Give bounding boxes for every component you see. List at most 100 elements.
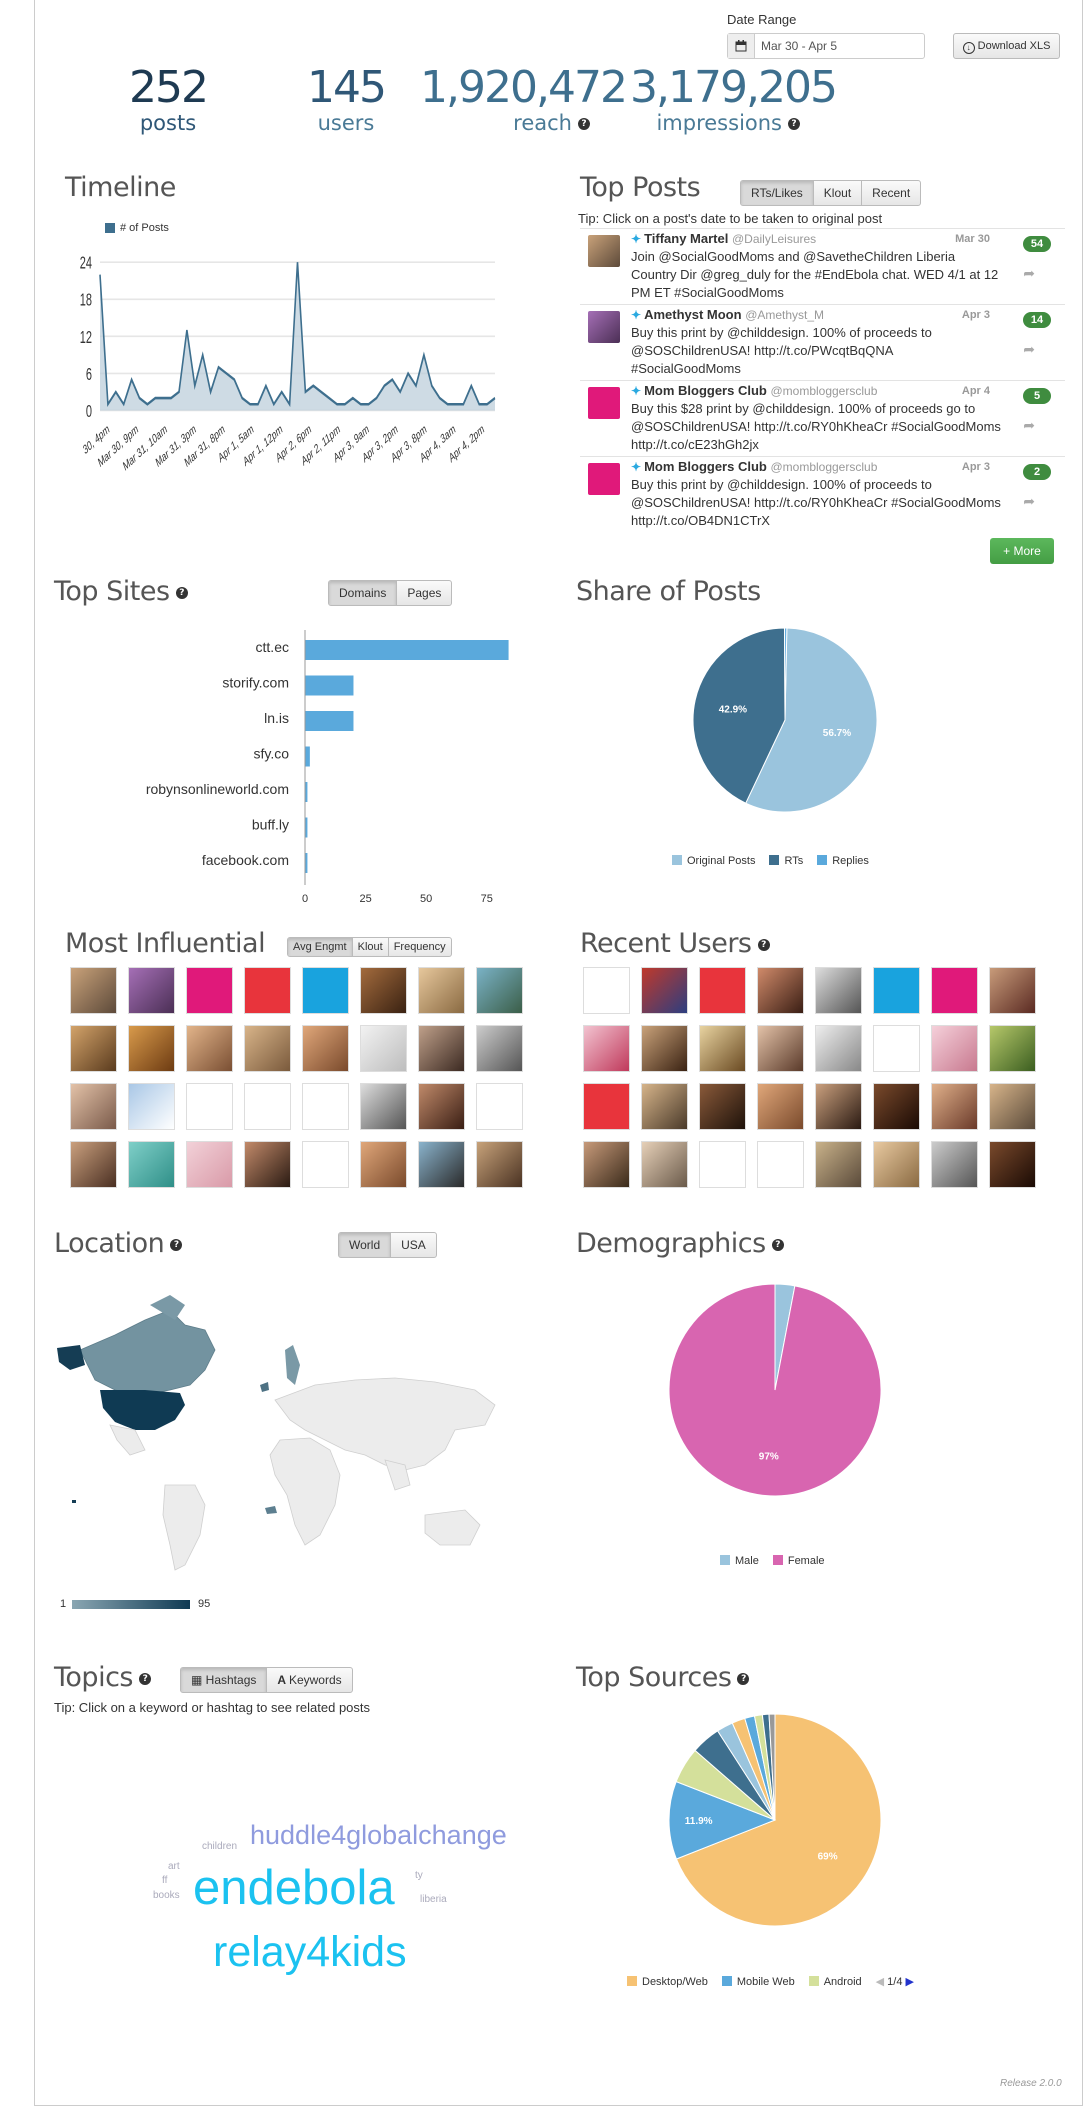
topic-word[interactable]: ff: [162, 1875, 167, 1886]
legend-item[interactable]: Male: [720, 1555, 759, 1567]
user-avatar[interactable]: [476, 1025, 523, 1072]
tab-klout[interactable]: Klout: [353, 938, 389, 956]
user-avatar[interactable]: [476, 967, 523, 1014]
topic-word[interactable]: relay4kids: [213, 1928, 407, 1977]
user-avatar[interactable]: [699, 1025, 746, 1072]
share-icon[interactable]: ➦: [1023, 493, 1035, 510]
user-avatar[interactable]: [360, 1083, 407, 1130]
help-icon[interactable]: ?: [771, 1238, 784, 1251]
post-date[interactable]: Apr 4: [962, 385, 990, 397]
user-avatar[interactable]: [360, 1025, 407, 1072]
legend-item[interactable]: Original Posts: [672, 855, 755, 867]
user-avatar[interactable]: [70, 1083, 117, 1130]
user-avatar[interactable]: [815, 1141, 862, 1188]
user-avatar[interactable]: [360, 967, 407, 1014]
user-avatar[interactable]: [873, 1141, 920, 1188]
user-avatar[interactable]: [815, 1025, 862, 1072]
user-avatar[interactable]: [418, 967, 465, 1014]
user-avatar[interactable]: [699, 1141, 746, 1188]
legend-item[interactable]: Mobile Web: [721, 1975, 795, 1988]
topic-word[interactable]: books: [153, 1890, 180, 1901]
help-icon[interactable]: ?: [138, 1672, 151, 1685]
topic-word[interactable]: ty: [415, 1870, 423, 1881]
user-avatar[interactable]: [699, 1083, 746, 1130]
tab-recent[interactable]: Recent: [862, 181, 920, 205]
tab-klout[interactable]: Klout: [814, 181, 863, 205]
user-avatar[interactable]: [815, 1083, 862, 1130]
user-avatar[interactable]: [641, 1141, 688, 1188]
user-avatar[interactable]: [360, 1141, 407, 1188]
user-avatar[interactable]: [302, 967, 349, 1014]
user-avatar[interactable]: [583, 1141, 630, 1188]
user-avatar[interactable]: [989, 1141, 1036, 1188]
user-avatar[interactable]: [815, 967, 862, 1014]
user-avatar[interactable]: [757, 1083, 804, 1130]
user-avatar[interactable]: [244, 967, 291, 1014]
legend-item[interactable]: Android: [808, 1975, 862, 1988]
user-avatar[interactable]: [70, 1025, 117, 1072]
user-avatar[interactable]: [699, 967, 746, 1014]
user-avatar[interactable]: [641, 1083, 688, 1130]
user-avatar[interactable]: [186, 1025, 233, 1072]
help-icon[interactable]: ?: [170, 1238, 183, 1251]
user-avatar[interactable]: [931, 1025, 978, 1072]
tab-world[interactable]: World: [339, 1233, 392, 1257]
tab-frequency[interactable]: Frequency: [389, 938, 451, 956]
user-avatar[interactable]: [302, 1141, 349, 1188]
user-avatar[interactable]: [873, 1025, 920, 1072]
date-range-picker[interactable]: Mar 30 - Apr 5: [727, 33, 925, 59]
next-arrow-icon[interactable]: ▶: [902, 1976, 914, 1988]
post-item[interactable]: ✦ Tiffany Martel @DailyLeisures Join @Soc…: [580, 228, 1065, 304]
user-avatar[interactable]: [873, 967, 920, 1014]
topic-word[interactable]: huddle4globalchange: [250, 1820, 507, 1851]
user-avatar[interactable]: [583, 967, 630, 1014]
user-avatar[interactable]: [244, 1083, 291, 1130]
tab-usa[interactable]: USA: [391, 1233, 436, 1257]
legend-item[interactable]: Replies: [817, 855, 869, 867]
post-date[interactable]: Apr 3: [962, 309, 990, 321]
user-avatar[interactable]: [873, 1083, 920, 1130]
user-avatar[interactable]: [757, 967, 804, 1014]
user-avatar[interactable]: [989, 1025, 1036, 1072]
user-avatar[interactable]: [989, 1083, 1036, 1130]
download-xls-button[interactable]: ↓ Download XLS: [953, 33, 1060, 59]
user-avatar[interactable]: [128, 1083, 175, 1130]
user-avatar[interactable]: [418, 1083, 465, 1130]
share-icon[interactable]: ➦: [1023, 417, 1035, 434]
prev-arrow-icon[interactable]: ◀: [876, 1976, 888, 1988]
help-icon[interactable]: ?: [578, 118, 590, 130]
user-avatar[interactable]: [757, 1025, 804, 1072]
user-avatar[interactable]: [244, 1141, 291, 1188]
user-avatar[interactable]: [302, 1025, 349, 1072]
legend-item[interactable]: Female: [772, 1555, 825, 1567]
user-avatar[interactable]: [583, 1083, 630, 1130]
share-icon[interactable]: ➦: [1023, 265, 1035, 282]
world-map[interactable]: [55, 1290, 505, 1590]
user-avatar[interactable]: [641, 967, 688, 1014]
user-avatar[interactable]: [186, 1141, 233, 1188]
legend-item[interactable]: RTs: [769, 855, 803, 867]
post-item[interactable]: ✦ Amethyst Moon @Amethyst_M Buy this prin…: [580, 304, 1065, 380]
topic-word[interactable]: liberia: [420, 1894, 447, 1905]
help-icon[interactable]: ?: [737, 1672, 750, 1685]
tab-hashtags[interactable]: ▦ Hashtags: [181, 1668, 268, 1692]
post-item[interactable]: ✦ Mom Bloggers Club @mombloggersclub Buy …: [580, 380, 1065, 456]
tab-avg-engmt[interactable]: Avg Engmt: [288, 938, 353, 956]
topic-word[interactable]: children: [202, 1841, 237, 1852]
user-avatar[interactable]: [70, 1141, 117, 1188]
user-avatar[interactable]: [128, 967, 175, 1014]
help-icon[interactable]: ?: [175, 586, 188, 599]
topic-word[interactable]: art: [168, 1861, 180, 1872]
user-avatar[interactable]: [583, 1025, 630, 1072]
user-avatar[interactable]: [418, 1025, 465, 1072]
user-avatar[interactable]: [989, 967, 1036, 1014]
user-avatar[interactable]: [128, 1141, 175, 1188]
user-avatar[interactable]: [418, 1141, 465, 1188]
post-date[interactable]: Mar 30: [955, 233, 990, 245]
post-date[interactable]: Apr 3: [962, 461, 990, 473]
tab-pages[interactable]: Pages: [397, 581, 451, 605]
user-avatar[interactable]: [70, 967, 117, 1014]
user-avatar[interactable]: [931, 1083, 978, 1130]
more-posts-button[interactable]: + More: [990, 538, 1054, 564]
user-avatar[interactable]: [476, 1083, 523, 1130]
